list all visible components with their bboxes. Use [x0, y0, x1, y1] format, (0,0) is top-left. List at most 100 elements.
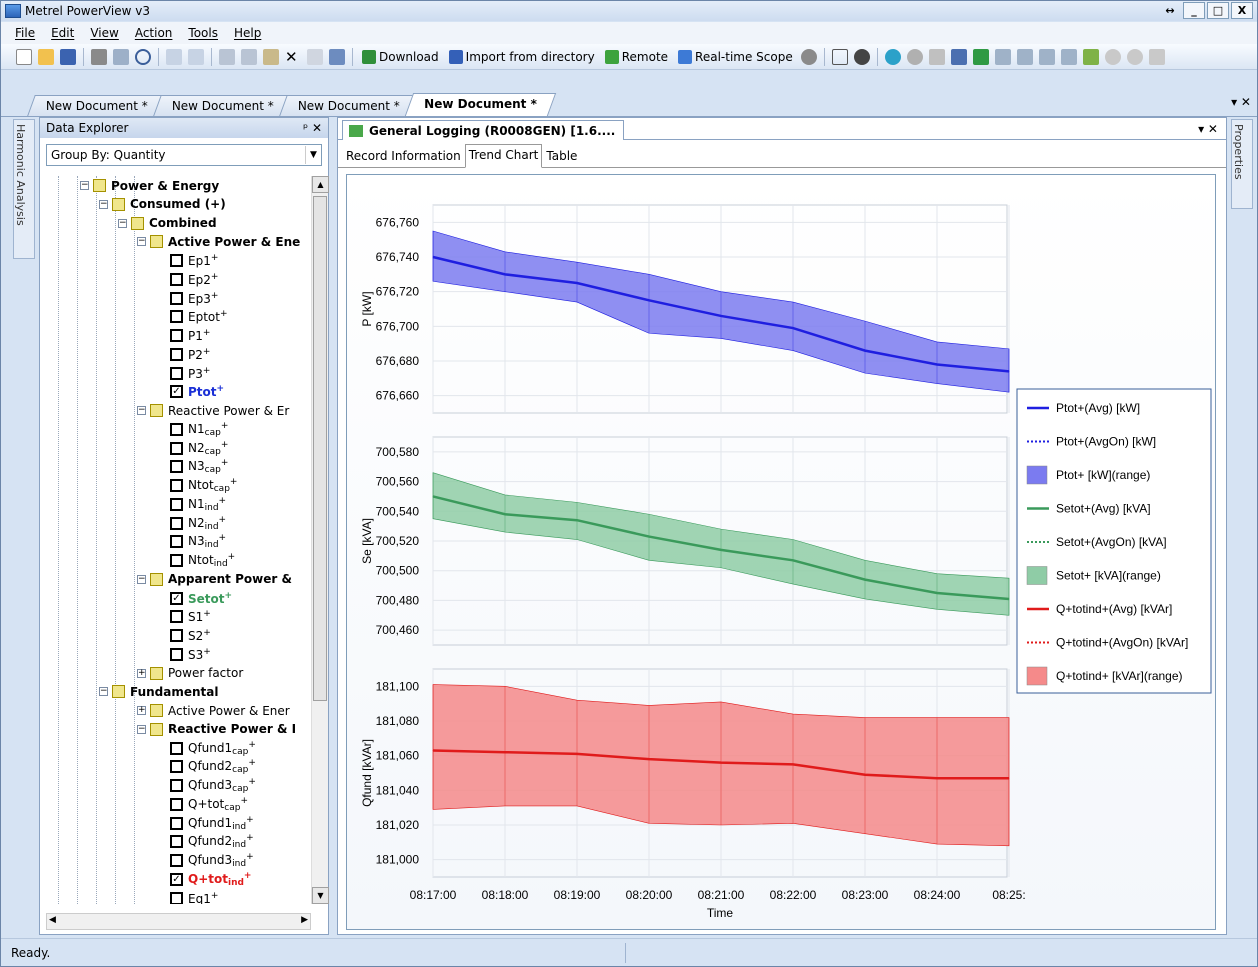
menu-edit[interactable]: Edit: [51, 26, 74, 40]
tab-table[interactable]: Table: [542, 145, 581, 167]
import-button[interactable]: Import from directory: [448, 49, 595, 64]
scroll-up-icon[interactable]: ▲: [312, 176, 329, 193]
tree-leaf-node[interactable]: Q+totcap+: [170, 795, 248, 814]
properties-strip[interactable]: Properties: [1231, 119, 1253, 209]
checkbox[interactable]: [170, 741, 183, 755]
tree-leaf-node[interactable]: Eq1+: [170, 889, 218, 904]
checkbox[interactable]: [170, 347, 183, 361]
tree-group-node[interactable]: + Active Power & Ener: [137, 701, 290, 720]
doc-tab-2[interactable]: New Document *: [153, 95, 293, 116]
print-preview-icon[interactable]: [113, 48, 129, 65]
new-icon[interactable]: [16, 48, 32, 65]
delete-icon[interactable]: ✕: [285, 49, 301, 65]
checkbox[interactable]: [170, 291, 183, 305]
remote-button[interactable]: Remote: [604, 49, 668, 64]
trend-chart-area[interactable]: 676,660 676,680 676,700 676,720 676,740 676,7…: [346, 174, 1216, 930]
checkbox[interactable]: [170, 760, 183, 774]
checkbox[interactable]: [170, 610, 183, 624]
tree-group-node[interactable]: − Reactive Power & I: [137, 720, 296, 739]
collapse-icon[interactable]: −: [80, 181, 89, 190]
tree-leaf-node[interactable]: N3cap+: [170, 457, 228, 476]
checkbox[interactable]: [170, 835, 183, 849]
checkbox[interactable]: [170, 797, 183, 811]
tree-leaf-node[interactable]: S1+: [170, 607, 211, 626]
settings-icon[interactable]: [800, 48, 817, 65]
checkbox-checked[interactable]: ✓: [170, 872, 183, 886]
tree-leaf-node[interactable]: S2+: [170, 626, 211, 645]
checkbox[interactable]: [170, 497, 183, 511]
checkbox-checked[interactable]: ✓: [170, 385, 183, 399]
checkbox[interactable]: [170, 535, 183, 549]
gears1-icon[interactable]: [1104, 48, 1121, 65]
collapse-icon[interactable]: −: [137, 724, 146, 734]
dock-arrows-icon[interactable]: ↔: [1159, 2, 1181, 19]
doc-tabs-menu-icon[interactable]: ▾ ✕: [1231, 95, 1251, 109]
checkbox[interactable]: [170, 460, 183, 474]
scope-button[interactable]: Real-time Scope: [678, 49, 793, 64]
collapse-icon[interactable]: −: [137, 237, 146, 247]
tree-leaf-node[interactable]: Eptot+: [170, 307, 228, 326]
bar-chart-icon[interactable]: [972, 48, 989, 65]
checkbox[interactable]: [170, 891, 183, 904]
tree-leaf-node[interactable]: P3+: [170, 364, 210, 383]
expand-icon[interactable]: +: [137, 668, 146, 678]
tree-leaf-node[interactable]: Qfund1cap+: [170, 739, 256, 758]
download-button[interactable]: Download: [362, 49, 439, 64]
tree-leaf-node[interactable]: Qfund3cap+: [170, 776, 256, 795]
group-by-select[interactable]: Group By: Quantity ▼: [46, 144, 322, 166]
tree-leaf-node[interactable]: Ep3+: [170, 289, 218, 308]
checkbox-checked[interactable]: ✓: [170, 591, 183, 605]
tree-leaf-node[interactable]: ✓ Q+totind+: [170, 870, 252, 889]
table1-icon[interactable]: [994, 48, 1011, 65]
tab-record-information[interactable]: Record Information: [342, 145, 465, 167]
redo-icon[interactable]: [188, 48, 204, 65]
table4-icon[interactable]: [1060, 48, 1077, 65]
tree-group-node[interactable]: − Active Power & Ene: [137, 232, 300, 251]
undo-icon[interactable]: [166, 48, 182, 65]
tree-leaf-node[interactable]: P2+: [170, 345, 210, 364]
menu-help[interactable]: Help: [234, 26, 261, 40]
tree-leaf-node[interactable]: N2ind+: [170, 514, 226, 533]
tree-leaf-node[interactable]: N3ind+: [170, 532, 226, 551]
checkbox[interactable]: [170, 310, 183, 324]
tree-leaf-node[interactable]: S3+: [170, 645, 211, 664]
checkbox[interactable]: [170, 516, 183, 530]
tree-group-node[interactable]: − Reactive Power & Er: [137, 401, 289, 420]
document-menu-close-icon[interactable]: ▾ ✕: [1198, 122, 1218, 136]
checkbox[interactable]: [170, 329, 183, 342]
calc-icon[interactable]: [928, 48, 945, 65]
checkbox[interactable]: [170, 366, 183, 380]
tree-group-node[interactable]: − Apparent Power &: [137, 570, 292, 589]
checkbox[interactable]: [170, 422, 183, 436]
tree-group-node[interactable]: − Fundamental: [99, 682, 219, 701]
tree-leaf-node[interactable]: Ep2+: [170, 270, 218, 289]
clock-icon[interactable]: [906, 48, 923, 65]
scroll-down-icon[interactable]: ▼: [312, 887, 329, 904]
tree-leaf-node[interactable]: Ep1+: [170, 251, 218, 270]
checkbox[interactable]: [170, 479, 183, 492]
report-icon[interactable]: [831, 48, 848, 65]
doc-tab-4[interactable]: New Document *: [404, 93, 556, 116]
trend-chart-svg[interactable]: 676,660 676,680 676,700 676,720 676,740 676,7…: [347, 175, 1215, 929]
tree-group-node[interactable]: + Power factor: [137, 664, 243, 683]
general-logging-tab[interactable]: General Logging (R0008GEN) [1.6....: [342, 119, 625, 140]
tree-leaf-node[interactable]: Qfund3ind+: [170, 851, 254, 870]
menu-action[interactable]: Action: [135, 26, 173, 40]
tree-leaf-node[interactable]: ✓ Ptot+: [170, 382, 224, 401]
scroll-thumb[interactable]: [313, 196, 327, 701]
copy-icon[interactable]: [241, 48, 257, 65]
tree-leaf-node[interactable]: N1cap+: [170, 420, 228, 439]
table3-icon[interactable]: [1038, 48, 1055, 65]
tree-leaf-node[interactable]: N2cap+: [170, 439, 228, 458]
tree-leaf-node[interactable]: Qfund2ind+: [170, 832, 254, 851]
scroll-left-icon[interactable]: ◀: [49, 915, 56, 925]
collapse-icon[interactable]: −: [99, 199, 108, 209]
tree-vertical-scrollbar[interactable]: ▲ ▼: [311, 176, 329, 904]
find-icon[interactable]: [135, 48, 151, 65]
checkbox[interactable]: [170, 854, 183, 867]
tree-leaf-node[interactable]: Ntotcap+: [170, 476, 237, 495]
tree-horizontal-scrollbar[interactable]: ◀ ▶: [46, 913, 311, 930]
table2-icon[interactable]: [1016, 48, 1033, 65]
tree-leaf-node[interactable]: ✓ Setot+: [170, 589, 232, 608]
tree-leaf-node[interactable]: Qfund1ind+: [170, 814, 254, 833]
